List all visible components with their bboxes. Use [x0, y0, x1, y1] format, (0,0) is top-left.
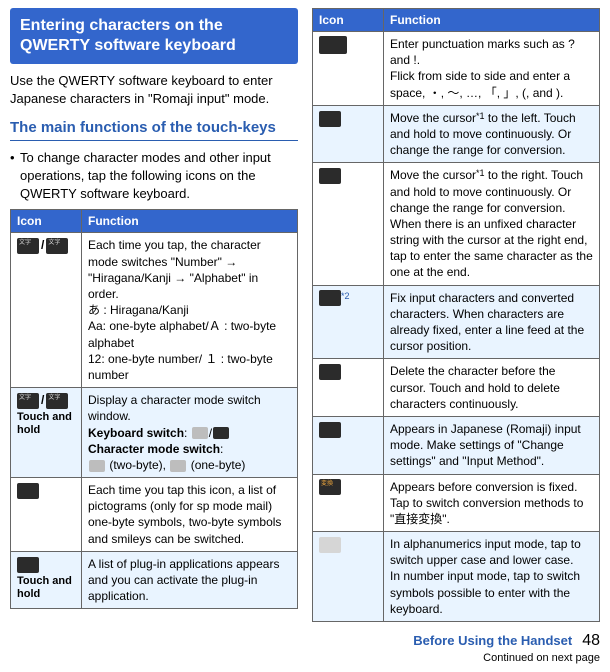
icon-cell — [313, 32, 384, 106]
mode-switch-icon: 文字 — [17, 393, 39, 409]
mode-switch-icon: 文字 — [17, 238, 39, 254]
bullet-dot: • — [10, 149, 20, 204]
th-function: Function — [384, 9, 600, 32]
footnote-ref: *2 — [341, 291, 350, 301]
icon-cell — [313, 359, 384, 417]
table-row: Enter punctuation marks such as ? and !.… — [313, 32, 600, 106]
table-header-row: Icon Function — [313, 9, 600, 32]
func-cell: Move the cursor*1 to the right. Touch an… — [384, 163, 600, 285]
bullet-text: To change character modes and other inpu… — [20, 149, 298, 204]
bullet-item: • To change character modes and other in… — [10, 149, 298, 204]
mode-switch-icon: 文字 — [46, 238, 68, 254]
sub-heading: The main functions of the touch-keys — [10, 118, 298, 141]
th-icon: Icon — [11, 210, 82, 233]
func-cell: Appears before conversion is fixed. Tap … — [384, 474, 600, 532]
icon-cell: *2 — [313, 285, 384, 359]
table-row: Touch and hold A list of plug-in applica… — [11, 551, 298, 609]
footnote-ref: *1 — [476, 111, 485, 121]
table-row: Move the cursor*1 to the right. Touch an… — [313, 163, 600, 285]
icon-cell — [313, 532, 384, 622]
conversion-icon: 変換 — [319, 479, 341, 495]
func-pre: Move the cursor — [390, 111, 476, 125]
func-cell: In alphanumerics input mode, tap to swit… — [384, 532, 600, 622]
table-row: Move the cursor*1 to the left. Touch and… — [313, 105, 600, 163]
footnote-ref: *1 — [476, 168, 485, 178]
table-row: *2 Fix input characters and converted ch… — [313, 285, 600, 359]
table-row: 文字/文字 Touch and hold Display a character… — [11, 388, 298, 478]
icon-cell: Touch and hold — [11, 551, 82, 609]
func-cell: A list of plug-in applications appears a… — [82, 551, 298, 609]
func-cell: Delete the character before the cursor. … — [384, 359, 600, 417]
keyboard-icon — [192, 427, 208, 439]
func-text: Display a character mode switch window. — [88, 393, 261, 423]
icon-cell: 文字/文字 Touch and hold — [11, 388, 82, 478]
func-pre: Move the cursor — [390, 168, 476, 182]
kb-switch-label: Keyboard switch — [88, 426, 184, 440]
right-icon-table: Icon Function Enter punctuation marks su… — [312, 8, 600, 622]
section-heading: Entering characters on the QWERTY softwa… — [10, 8, 298, 64]
two-byte-label: (two-byte), — [106, 458, 169, 472]
icon-cell — [313, 105, 384, 163]
table-row: Appears in Japanese (Romaji) input mode.… — [313, 416, 600, 474]
func-cell: Each time you tap, the character mode sw… — [82, 233, 298, 388]
th-icon: Icon — [313, 9, 384, 32]
intro-text: Use the QWERTY software keyboard to ente… — [10, 72, 298, 108]
table-row: 文字/文字 Each time you tap, the character m… — [11, 233, 298, 388]
keyboard-icon — [213, 427, 229, 439]
page-footer: Before Using the Handset 48 — [10, 632, 600, 650]
touch-hold-label: Touch and hold — [17, 575, 75, 601]
table-row: Each time you tap this icon, a list of p… — [11, 478, 298, 552]
func-cell: Enter punctuation marks such as ? and !.… — [384, 32, 600, 106]
enter-icon — [319, 290, 341, 306]
mode-switch-icon: 文字 — [46, 393, 68, 409]
section-name: Before Using the Handset — [413, 633, 572, 648]
func-cell: Display a character mode switch window. … — [82, 388, 298, 478]
func-cell: Move the cursor*1 to the left. Touch and… — [384, 105, 600, 163]
icon-cell: 変換 — [313, 474, 384, 532]
cursor-right-icon — [319, 168, 341, 184]
charmode-icon — [89, 460, 105, 472]
right-column: Icon Function Enter punctuation marks su… — [312, 8, 600, 622]
pictogram-icon — [17, 483, 39, 499]
touch-hold-label: Touch and hold — [17, 411, 75, 437]
func-post: to the right. Touch and hold to move con… — [390, 168, 593, 279]
table-row: In alphanumerics input mode, tap to swit… — [313, 532, 600, 622]
table-row: Delete the character before the cursor. … — [313, 359, 600, 417]
table-row: 変換 Appears before conversion is fixed. T… — [313, 474, 600, 532]
page-number: 48 — [582, 632, 600, 650]
icon-cell — [11, 478, 82, 552]
shift-icon — [319, 537, 341, 553]
icon-cell — [313, 163, 384, 285]
icon-cell: 文字/文字 — [11, 233, 82, 388]
slash-icon: / — [41, 238, 44, 252]
func-cell: Each time you tap this icon, a list of p… — [82, 478, 298, 552]
one-byte-label: (one-byte) — [187, 458, 245, 472]
table-header-row: Icon Function — [11, 210, 298, 233]
plugin-icon — [17, 557, 39, 573]
delete-icon — [319, 364, 341, 380]
left-column: Entering characters on the QWERTY softwa… — [10, 8, 298, 622]
settings-icon — [319, 422, 341, 438]
func-cell: Appears in Japanese (Romaji) input mode.… — [384, 416, 600, 474]
continued-label: Continued on next page — [10, 652, 600, 664]
cursor-left-icon — [319, 111, 341, 127]
slash-icon: / — [41, 393, 44, 407]
left-icon-table: Icon Function 文字/文字 Each time you tap, t… — [10, 209, 298, 609]
func-cell: Fix input characters and converted chara… — [384, 285, 600, 359]
cm-switch-label: Character mode switch — [88, 442, 220, 456]
icon-cell — [313, 416, 384, 474]
charmode-icon — [170, 460, 186, 472]
th-function: Function — [82, 210, 298, 233]
punctuation-icon — [319, 36, 347, 54]
